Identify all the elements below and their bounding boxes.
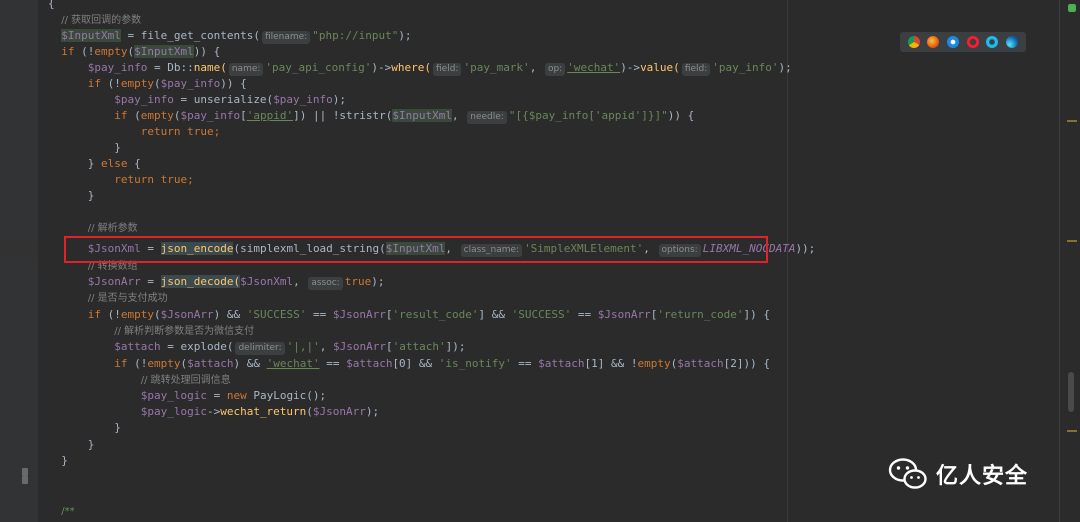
line-gutter [0, 0, 39, 522]
fold-marker-icon[interactable] [22, 468, 28, 476]
param-hint: delimiter: [235, 342, 285, 355]
scroll-marker [1067, 430, 1077, 432]
code-line: $InputXml = file_get_contents(filename: "… [61, 29, 412, 44]
watermark: 亿人安全 [888, 456, 1028, 492]
edge-icon[interactable] [1006, 36, 1019, 48]
param-hint: assoc: [308, 277, 343, 290]
code-line: // 是否与支付成功 [87, 293, 168, 304]
param-hint: needle: [467, 111, 507, 124]
code-line: return true; [140, 125, 221, 138]
code-line: // 获取回调的参数 [61, 15, 142, 26]
code-line: } else { [87, 157, 141, 170]
code-line: $pay_info = unserialize($pay_info); [114, 93, 347, 106]
vertical-scrollbar[interactable] [1059, 0, 1080, 522]
ie-icon[interactable] [986, 36, 999, 48]
param-hint: field: [433, 63, 462, 76]
code-line: $pay_info = Db::name(name:'pay_api_confi… [87, 61, 792, 76]
code-line: if (!empty($pay_info)) { [87, 77, 247, 90]
code-line: $attach = explode(delimiter: '|,|', $Json… [114, 340, 466, 355]
param-hint: op: [544, 63, 566, 76]
chrome-icon[interactable] [907, 36, 920, 48]
code-line: if (!empty($JsonArr) && 'SUCCESS' == $Js… [87, 308, 770, 321]
code-line: } [114, 141, 121, 154]
param-hint: field: [681, 63, 711, 76]
code-line: if (!empty($InputXml)) { [61, 45, 221, 58]
firefox-icon[interactable] [927, 36, 940, 48]
scroll-thumb[interactable] [1068, 372, 1074, 412]
code-line: } [87, 438, 95, 451]
code-line: if (empty($pay_info['appid']) || !strist… [114, 109, 695, 124]
code-line: // 解析判断参数是否为微信支付 [114, 326, 255, 337]
code-line: /** [61, 506, 75, 517]
scroll-marker [1067, 240, 1077, 242]
code-line: } [61, 454, 68, 467]
fold-marker-icon[interactable] [22, 476, 28, 484]
opera-icon[interactable] [966, 36, 979, 48]
code-line: // 跳转处理回调信息 [140, 375, 231, 386]
param-hint: name: [228, 63, 264, 76]
scroll-marker [1067, 120, 1077, 122]
code-line: $pay_logic->wechat_return($JsonArr); [140, 405, 380, 418]
code-line: $JsonArr = json_decode($JsonXml, assoc: t… [87, 275, 385, 290]
code-line: } [114, 421, 121, 434]
code-line: if (!empty($attach) && 'wechat' == $atta… [114, 357, 770, 370]
code-line: return true; [114, 173, 194, 186]
watermark-text: 亿人安全 [936, 464, 1029, 489]
code-line: $pay_logic = new PayLogic(); [140, 389, 327, 402]
right-margin-guide [787, 0, 788, 522]
code-line: { [48, 0, 55, 10]
code-line: // 解析参数 [87, 223, 138, 234]
browser-preview-toolbar [900, 32, 1026, 52]
highlight-box [64, 236, 768, 263]
code-line: } [87, 189, 95, 202]
wechat-logo-icon [888, 458, 927, 489]
inspection-ok-icon[interactable] [1068, 4, 1076, 12]
param-hint: filename: [261, 31, 311, 44]
safari-icon[interactable] [947, 36, 960, 48]
